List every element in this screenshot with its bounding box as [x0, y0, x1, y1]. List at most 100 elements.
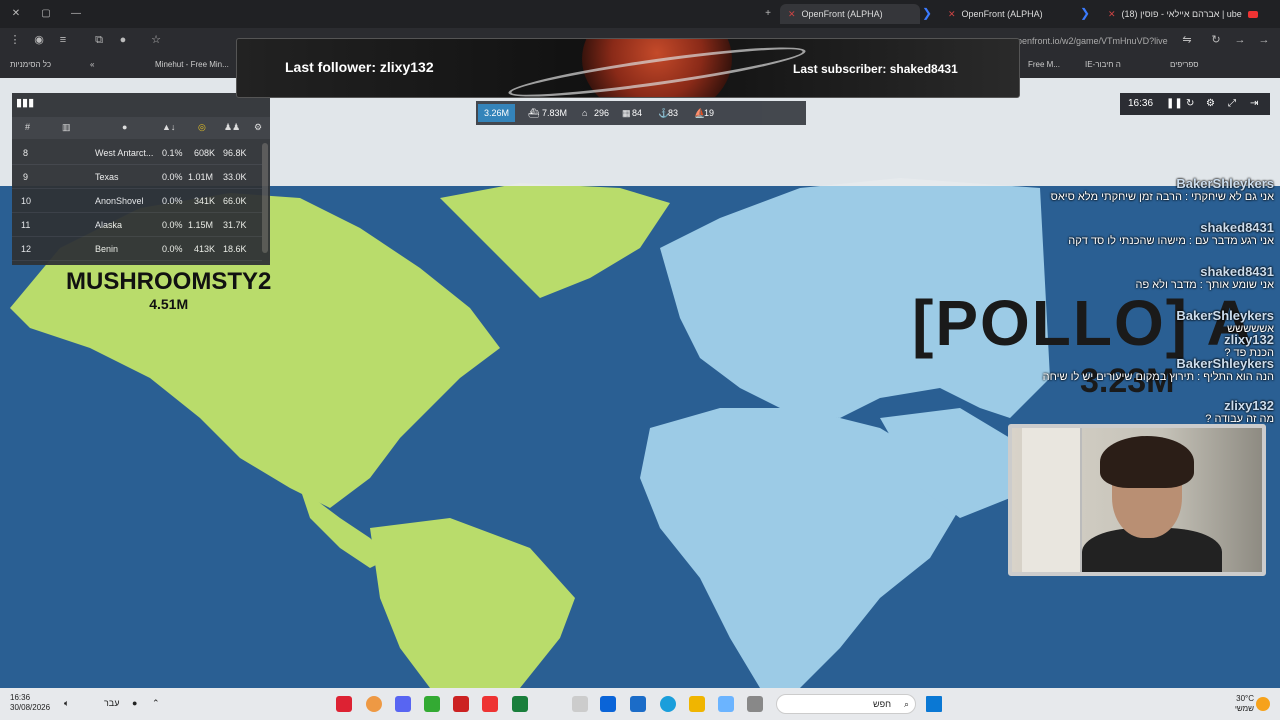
- store-icon[interactable]: [630, 696, 646, 712]
- gold-header-icon[interactable]: ◎: [198, 122, 206, 133]
- clan-header-icon[interactable]: ▥: [62, 122, 71, 133]
- edge-icon[interactable]: [660, 696, 676, 712]
- stat-3: 83: [668, 108, 679, 118]
- chat-message: BakerShleykers אני גם לא שיחקתי : הרבה ז…: [1050, 176, 1274, 203]
- last-subscriber: Last subscriber: shaked8431: [793, 62, 958, 76]
- tray-chevron-icon[interactable]: ⌃: [152, 698, 160, 709]
- gold-amount: 3.26M: [478, 104, 516, 122]
- settings-icon[interactable]: ⚙: [1206, 98, 1215, 109]
- game-controls: 16:36 ❚❚ ↻ ⚙ ⤢ ⇥: [1120, 93, 1270, 115]
- copilot-icon[interactable]: [718, 696, 734, 712]
- leaderboard-scrollbar[interactable]: [262, 143, 268, 253]
- tab-openfront-active[interactable]: ✕ OpenFront (ALPHA): [780, 4, 920, 24]
- tab-openfront[interactable]: ✕ OpenFront (ALPHA): [940, 4, 1080, 24]
- land-header-icon[interactable]: ▲↓: [162, 122, 175, 132]
- stat-1: 296: [594, 108, 610, 118]
- app-icon[interactable]: [572, 696, 588, 712]
- webcam-streamer-hair: [1100, 436, 1194, 488]
- last-follower: Last follower: zlixy132: [285, 59, 434, 75]
- leaderboard-row[interactable]: 12 Benin 0.0% 413K 18.6K: [12, 237, 262, 261]
- leaderboard-panel: ▮▮▮ # ▥ ● ▲↓ ◎ ♟♟ ⚙ 8 West Antarct... 0.…: [12, 93, 270, 265]
- bookmarks-chevron-icon[interactable]: «: [90, 60, 94, 69]
- file-explorer-icon[interactable]: [689, 696, 705, 712]
- tab-youtube[interactable]: ✕ (18) אברהם איילאי - פוסין | ube: [1100, 4, 1260, 24]
- tab-search-icon[interactable]: ⧉: [92, 33, 106, 47]
- tab-chevron-icon: ❯: [922, 6, 933, 20]
- stream-alert-banner: Last follower: zlixy132 Last subscriber:…: [236, 38, 1020, 98]
- stat-2: 84: [632, 108, 643, 118]
- webcam-feed: [1008, 424, 1266, 576]
- bookmark-folder[interactable]: ספריפים: [1170, 60, 1198, 69]
- excel-icon[interactable]: [512, 696, 528, 712]
- leaderboard-row[interactable]: 8 West Antarct... 0.1% 608K 96.8K: [12, 141, 262, 165]
- microphone-icon[interactable]: ●: [132, 698, 137, 708]
- minimize-icon[interactable]: —: [68, 6, 84, 22]
- outlook-icon[interactable]: [600, 696, 616, 712]
- tab-chevron-icon: ❯: [1080, 6, 1091, 20]
- leaderboard-header: # ▥ ● ▲↓ ◎ ♟♟ ⚙: [12, 117, 270, 139]
- taskbar-search[interactable]: חפש ⌕: [776, 694, 916, 714]
- all-bookmarks[interactable]: כל הסימניות: [10, 60, 51, 69]
- bookmark-minehut[interactable]: Minehut - Free Min...: [155, 60, 229, 69]
- troops-amount: 7.83M: [542, 108, 568, 118]
- extensions-icon[interactable]: ≡: [56, 33, 70, 47]
- close-tab-icon[interactable]: ✕: [1108, 9, 1116, 19]
- game-timer: 16:36: [1128, 98, 1154, 109]
- speaker-icon[interactable]: 🔈︎: [64, 698, 69, 709]
- close-tab-icon[interactable]: ✕: [788, 9, 796, 19]
- app-icon[interactable]: [336, 696, 352, 712]
- tune-icon[interactable]: ⇋: [1180, 33, 1194, 47]
- troops-header-icon[interactable]: ♟♟: [224, 122, 240, 133]
- windows-start-icon[interactable]: [926, 696, 942, 712]
- youtube-icon: [1247, 11, 1258, 19]
- close-window-icon[interactable]: ✕: [8, 6, 24, 22]
- back-icon[interactable]: →: [1257, 33, 1271, 47]
- bookmark-free[interactable]: Free M...: [1028, 60, 1060, 69]
- new-tab-icon[interactable]: +: [760, 6, 776, 22]
- menu-icon[interactable]: ⋮: [8, 33, 22, 47]
- sun-icon: [1256, 697, 1270, 711]
- stats-chart-icon[interactable]: ▮▮▮: [16, 96, 36, 114]
- chat-message: zlixy132 הכנת פד ?: [1224, 332, 1274, 359]
- exit-icon[interactable]: ⇥: [1250, 98, 1258, 109]
- stat-4: 19: [704, 108, 715, 118]
- taskbar: 16:36 30/08/2026 🔈︎ עבר ● ⌃ חפש ⌕ 30°C ש…: [0, 688, 1280, 720]
- system-clock[interactable]: 16:36 30/08/2026: [10, 693, 50, 713]
- player-label: MUSHROOMSTY2 4.51M: [66, 268, 272, 312]
- leaderboard-row[interactable]: 11 Alaska 0.0% 1.15M 31.7K: [12, 213, 262, 237]
- browser-tab-bar: ✕ ▢ — + ✕ OpenFront (ALPHA) ❯ ✕ OpenFront …: [0, 0, 1280, 28]
- resource-hud: 3.26M ⛴ 7.83M ⌂ 296 ▦ 84 ⚓ 83 ⛵ 19: [476, 101, 806, 125]
- media-icon[interactable]: [424, 696, 440, 712]
- close-tab-icon[interactable]: ✕: [948, 9, 956, 19]
- chat-message: BakerShleykers הנה הוא התליף : תירוץ במק…: [1042, 356, 1274, 383]
- leaderboard-row[interactable]: 9 Texas 0.0% 1.01M 33.0K: [12, 165, 262, 189]
- settings-header-icon[interactable]: ⚙: [254, 122, 262, 133]
- chrome-icon[interactable]: [366, 696, 382, 712]
- chat-message: zlixy132 מה זה עבודה ?: [1205, 398, 1274, 425]
- stream-chat: BakerShleykers אני גם לא שיחקתי : הרבה ז…: [1040, 176, 1280, 425]
- fullscreen-icon[interactable]: ⤢: [1228, 98, 1236, 109]
- maximize-icon[interactable]: ▢: [38, 6, 54, 22]
- app-icon[interactable]: [747, 696, 763, 712]
- app-icon[interactable]: [482, 696, 498, 712]
- chat-message: BakerShleykers אששששש: [1176, 308, 1274, 335]
- chat-message: shaked8431 אני שומע אותך : מדבר ולא פה: [1135, 264, 1274, 291]
- weather-widget[interactable]: 30°C שמשי: [1228, 694, 1254, 714]
- language-indicator[interactable]: עבר: [104, 698, 119, 708]
- reload-icon[interactable]: ↻: [1209, 33, 1223, 47]
- rank-header[interactable]: #: [25, 122, 30, 132]
- obs-icon[interactable]: [453, 696, 469, 712]
- forward-icon[interactable]: →: [1233, 33, 1247, 47]
- address-bar[interactable]: openfront.io/w2/game/VTmHnuVD?live: [1012, 32, 1202, 50]
- webcam-door: [1022, 428, 1082, 572]
- bookmark-star-icon[interactable]: ☆: [149, 33, 163, 47]
- discord-icon[interactable]: [395, 696, 411, 712]
- pause-icon[interactable]: ❚❚: [1166, 98, 1183, 109]
- player-header-icon[interactable]: ●: [122, 122, 127, 132]
- share-icon[interactable]: ●: [116, 33, 130, 47]
- restart-icon[interactable]: ↻: [1186, 98, 1194, 109]
- leaderboard-row[interactable]: 10 AnonShovel 0.0% 341K 66.0K: [12, 189, 262, 213]
- bookmark-ie[interactable]: IE-ה חיבור: [1085, 60, 1121, 69]
- chat-message: shaked8431 אני רגע מדבר עם : מישהו שהכנת…: [1068, 220, 1274, 247]
- profile-icon[interactable]: ◉: [32, 33, 46, 47]
